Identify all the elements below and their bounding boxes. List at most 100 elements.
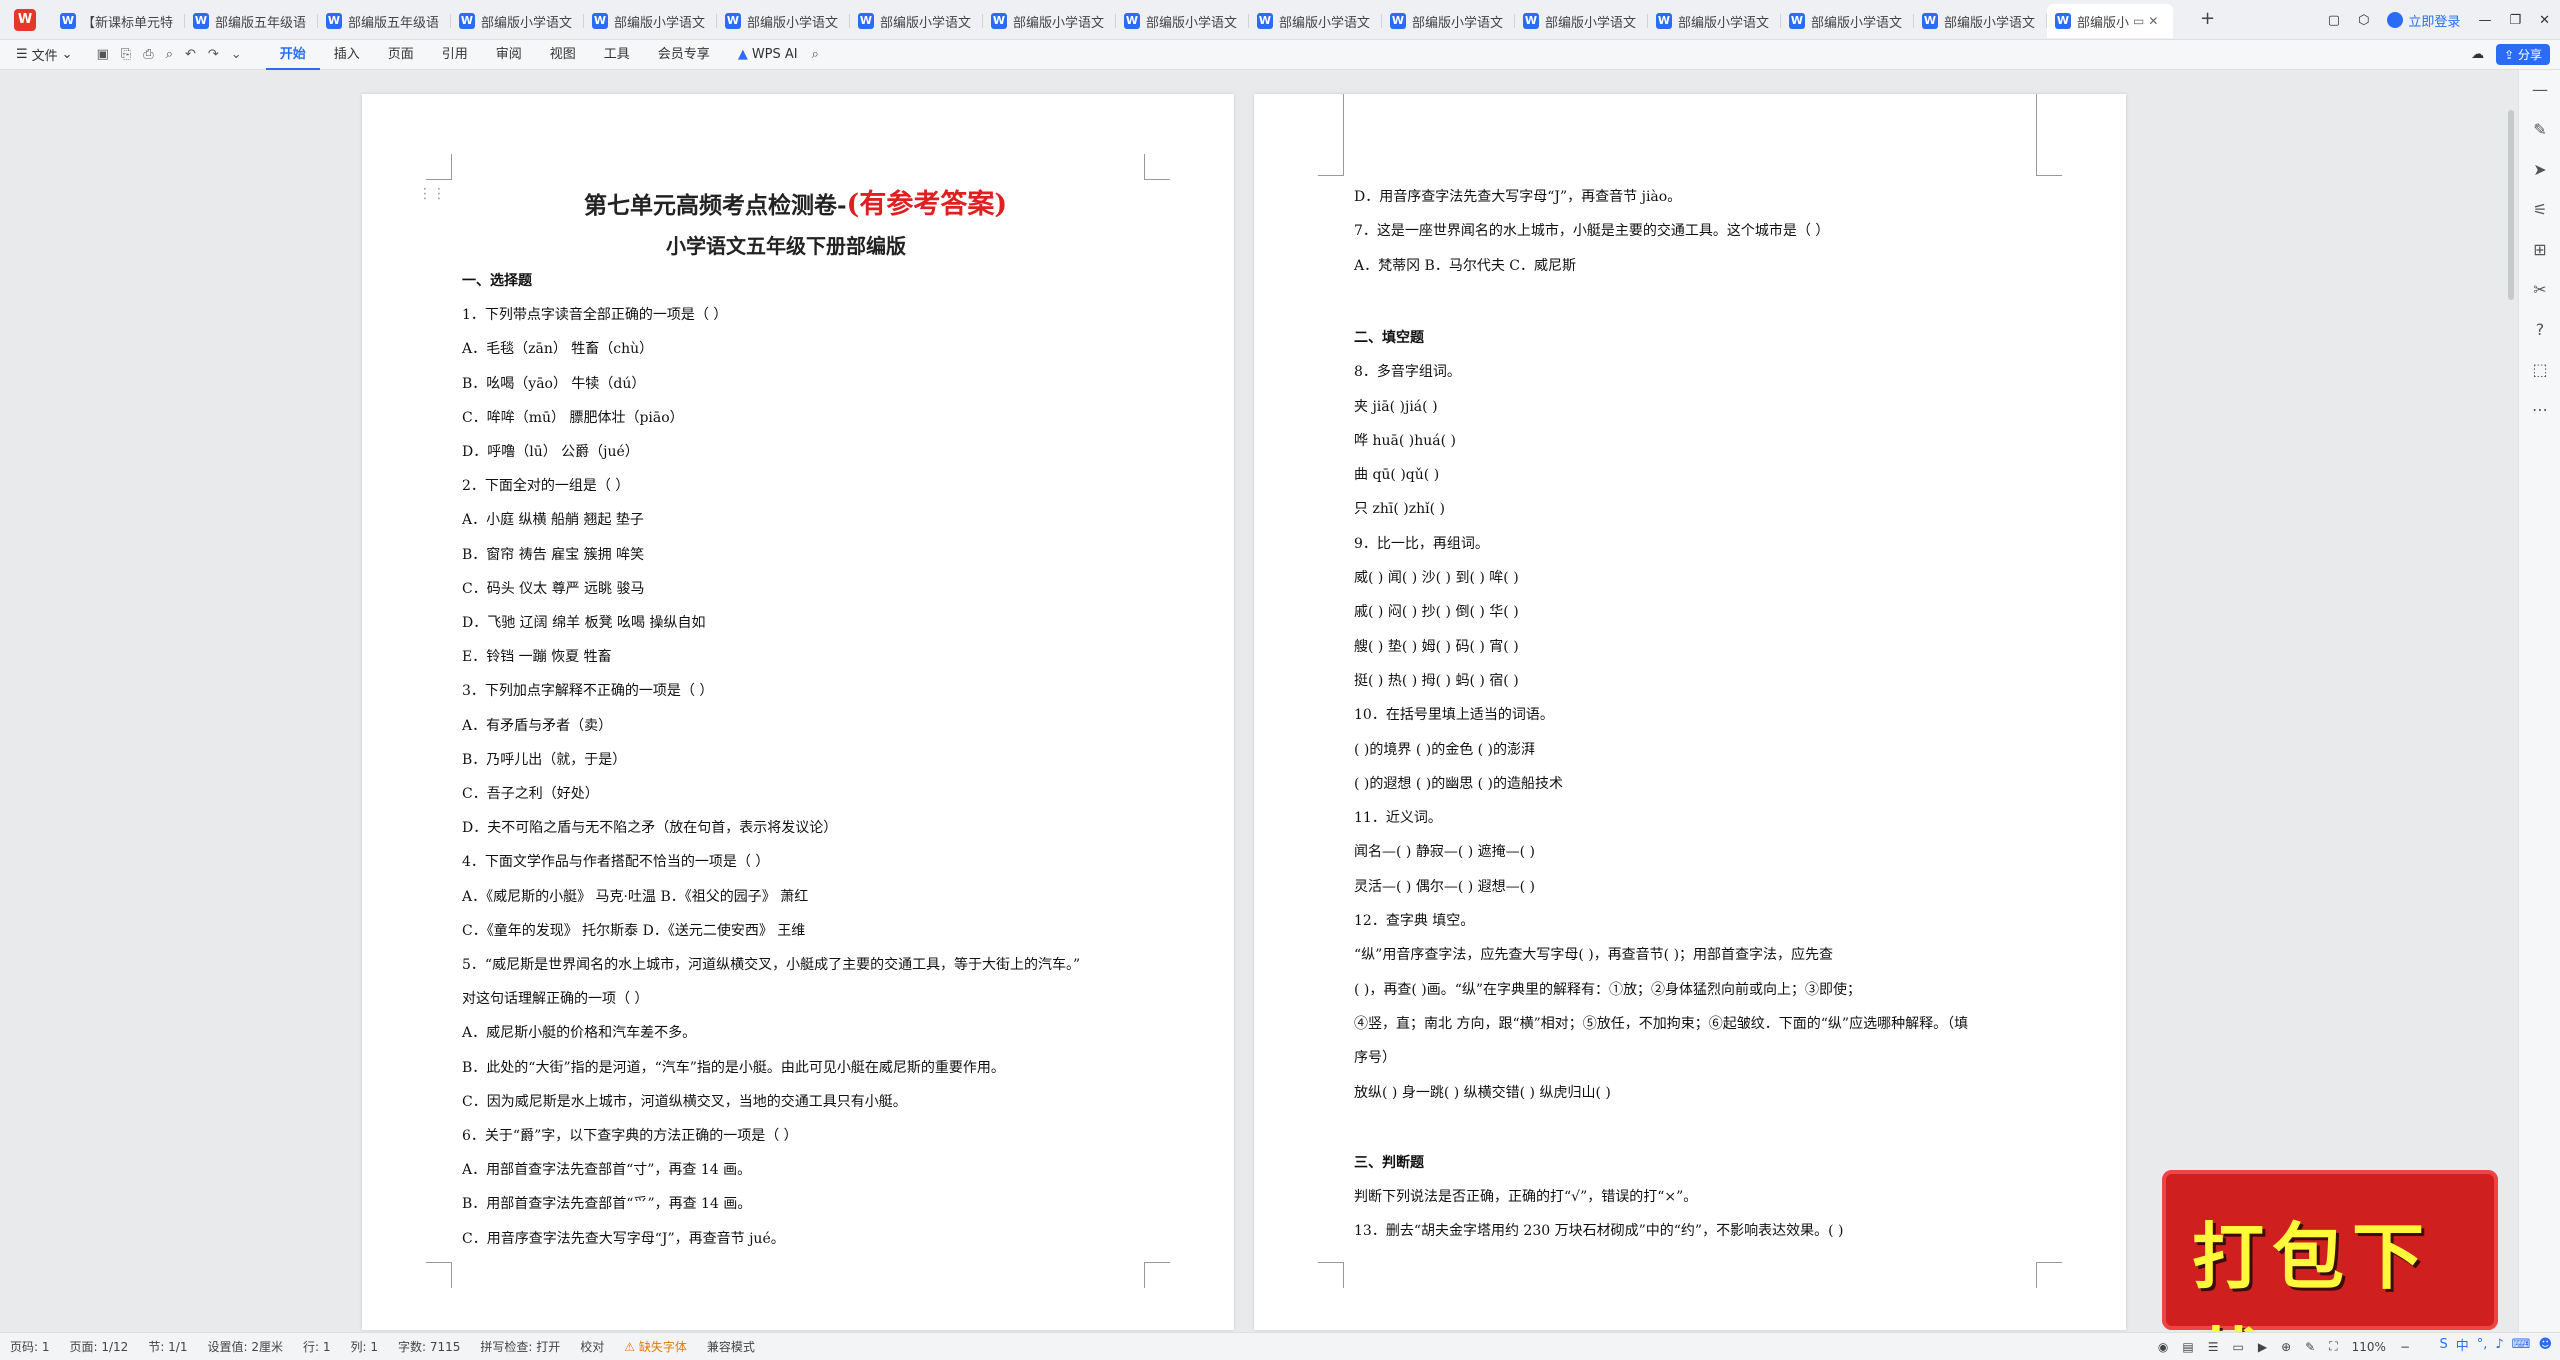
tab-screen-icon[interactable]: ▭ — [2133, 14, 2144, 28]
export-icon[interactable]: ⎘ — [121, 47, 131, 62]
read-view-icon[interactable]: ▭ — [2233, 1340, 2244, 1354]
help-icon[interactable]: ? — [2519, 310, 2560, 350]
fit-icon[interactable]: ⛶ — [2329, 1339, 2337, 1354]
tab-label: 部编版小学语文 — [1013, 15, 1105, 31]
web-view-icon[interactable]: ⊕ — [2281, 1340, 2291, 1354]
ribbon-tab[interactable]: 页面 — [374, 40, 428, 70]
word-doc-icon: W — [858, 13, 874, 29]
document-tab[interactable]: W 部编版小学语文 — [584, 4, 717, 38]
undo-icon[interactable]: ↶ — [185, 47, 196, 62]
document-tab[interactable]: W 【新课标单元特 — [52, 4, 185, 38]
status-setting[interactable]: 设置值: 2厘米 — [197, 1338, 293, 1355]
margin-mark-top-left — [426, 154, 452, 180]
login-button[interactable]: 立即登录 — [2387, 11, 2460, 30]
document-tab[interactable]: W 部编版小 ▭ ✕ — [2047, 4, 2173, 38]
document-tab[interactable]: W 部编版小学语文 — [983, 4, 1116, 38]
ribbon-tab[interactable]: 引用 — [428, 40, 482, 70]
status-col[interactable]: 列: 1 — [340, 1338, 388, 1355]
status-pages[interactable]: 页面: 1/12 — [60, 1338, 139, 1355]
document-title: 第七单元高频考点检测卷-(有参考答案) — [584, 189, 1008, 220]
ime-language[interactable]: 中 — [2456, 1335, 2469, 1354]
document-tab[interactable]: W 部编版小学语文 — [1116, 4, 1249, 38]
tab-close-icon[interactable]: ✕ — [2148, 14, 2158, 28]
minimize-icon[interactable]: — — [2478, 13, 2491, 28]
download-badge[interactable]: 打包下载 — [2162, 1170, 2498, 1360]
document-tab[interactable]: W 部编版小学语文 — [717, 4, 850, 38]
document-tab[interactable]: W 部编版小学语文 — [451, 4, 584, 38]
ribbon-tab[interactable]: 开始 — [265, 40, 320, 70]
document-tab[interactable]: W 部编版小学语文 — [1515, 4, 1648, 38]
eye-icon[interactable]: ◉ — [2158, 1340, 2168, 1354]
zoom-out-icon[interactable]: − — [2400, 1340, 2410, 1354]
tab-label: 部编版小学语文 — [1944, 15, 2036, 31]
status-row[interactable]: 行: 1 — [293, 1338, 341, 1355]
more-icon[interactable]: ⋯ — [2519, 390, 2560, 430]
ribbon-tab[interactable]: 插入 — [320, 40, 374, 70]
document-tab[interactable]: W 部编版小学语文 — [1914, 4, 2047, 38]
restore-icon[interactable]: ❐ — [2509, 13, 2521, 28]
pen-icon[interactable]: ✎ — [2519, 110, 2560, 150]
margin-mark-top-right — [1144, 154, 1170, 180]
tools-icon[interactable]: ✂ — [2519, 270, 2560, 310]
file-menu-button[interactable]: ☰ 文件 ⌄ — [16, 45, 73, 64]
skin-icon[interactable]: ☻ — [2538, 1337, 2552, 1352]
document-tab[interactable]: W 部编版小学语文 — [1249, 4, 1382, 38]
play-icon[interactable]: ▶ — [2258, 1340, 2267, 1354]
document-tab[interactable]: W 部编版五年级语 — [185, 4, 318, 38]
document-tab[interactable]: W 部编版小学语文 — [1781, 4, 1914, 38]
drag-handle-icon[interactable]: ⋮⋮ — [418, 186, 446, 202]
document-page-2[interactable]: D．用音序查字法先查大写字母“J”，再查音节 jiào。 7．这是一座世界闻名的水… — [1254, 94, 2126, 1330]
more-chevron-icon[interactable]: ⌄ — [231, 47, 242, 62]
settings-sliders-icon[interactable]: ⚟ — [2519, 190, 2560, 230]
ribbon-tab[interactable]: 工具 — [590, 40, 644, 70]
keyboard-icon[interactable]: ⌨ — [2512, 1337, 2531, 1352]
document-tab[interactable]: W 部编版五年级语 — [318, 4, 451, 38]
document-tab[interactable]: W 部编版小学语文 — [1382, 4, 1515, 38]
document-tab[interactable]: W 部编版小学语文 — [850, 4, 983, 38]
zoom-level[interactable]: 110% — [2352, 1340, 2386, 1354]
ribbon-tab[interactable]: 会员专享 — [644, 40, 724, 70]
page-view-icon[interactable]: ▤ — [2182, 1340, 2193, 1354]
vertical-scrollbar[interactable] — [2508, 110, 2514, 300]
cloud-icon[interactable]: ☁ — [2471, 47, 2484, 62]
select-icon[interactable]: ➤ — [2519, 150, 2560, 190]
status-section[interactable]: 节: 1/1 — [138, 1338, 197, 1355]
status-proof[interactable]: 校对 — [570, 1338, 614, 1355]
document-tab[interactable]: W 部编版小学语文 — [1648, 4, 1781, 38]
tab-label: 部编版小学语文 — [1545, 15, 1637, 31]
print-preview-icon[interactable]: ⌕ — [166, 47, 173, 62]
outline-view-icon[interactable]: ☰ — [2208, 1340, 2219, 1354]
ime-punct-icon[interactable]: °, — [2477, 1337, 2488, 1352]
ribbon-tab[interactable]: 视图 — [536, 40, 590, 70]
new-tab-plus-icon[interactable]: + — [2200, 8, 2215, 29]
share-button[interactable]: ⇪ 分享 — [2496, 44, 2550, 65]
wps-logo-icon[interactable]: W — [14, 9, 36, 31]
ime-logo-icon[interactable]: S — [2439, 1337, 2447, 1352]
share-panel-icon[interactable]: ⬚ — [2519, 350, 2560, 390]
document-page-1[interactable]: ⋮⋮ 第七单元高频考点检测卷-(有参考答案) 小学语文五年级下册部编版 一、选择… — [362, 94, 1234, 1330]
document-line: D．用音序查字法先查大写字母“J”，再查音节 jiào。 — [1354, 189, 1682, 205]
section-heading: 一、选择题 — [462, 273, 532, 289]
search-icon[interactable]: ⌕ — [812, 47, 819, 62]
mic-icon[interactable]: ♪ — [2495, 1337, 2503, 1352]
window-layout-icon[interactable]: ▢ — [2328, 13, 2340, 28]
print-icon[interactable]: ⎙ — [143, 47, 153, 62]
translate-icon[interactable]: ⊞ — [2519, 230, 2560, 270]
status-missing-font[interactable]: ⚠ 缺失字体 — [614, 1338, 697, 1355]
view-controls: ◉ ▤ ☰ ▭ ▶ ⊕ ✎ ⛶ 110% − — [2158, 1339, 2410, 1354]
redo-icon[interactable]: ↷ — [208, 47, 219, 62]
word-doc-icon: W — [1124, 13, 1140, 29]
wps-ai-button[interactable]: ▲ WPS AI — [738, 47, 798, 62]
status-spellcheck[interactable]: 拼写检查: 打开 — [470, 1338, 570, 1355]
save-icon[interactable]: ▣ — [97, 47, 109, 62]
document-line: 6．关于“爵”字，以下查字典的方法正确的一项是（ ） — [462, 1128, 798, 1144]
status-page[interactable]: 页码: 1 — [0, 1338, 60, 1355]
close-window-icon[interactable]: ✕ — [2539, 13, 2550, 28]
ribbon-tab[interactable]: 审阅 — [482, 40, 536, 70]
pen-mode-icon[interactable]: ✎ — [2305, 1340, 2315, 1354]
document-line: 灵活—( ) 偶尔—( ) 遐想—( ) — [1354, 878, 1536, 895]
minimize-panel-icon[interactable]: — — [2519, 70, 2560, 110]
status-word-count[interactable]: 字数: 7115 — [388, 1338, 470, 1355]
document-line: A．用部首查字法先查部首“寸”，再查 14 画。 — [462, 1162, 752, 1179]
skin-icon[interactable]: ⬡ — [2358, 13, 2369, 28]
